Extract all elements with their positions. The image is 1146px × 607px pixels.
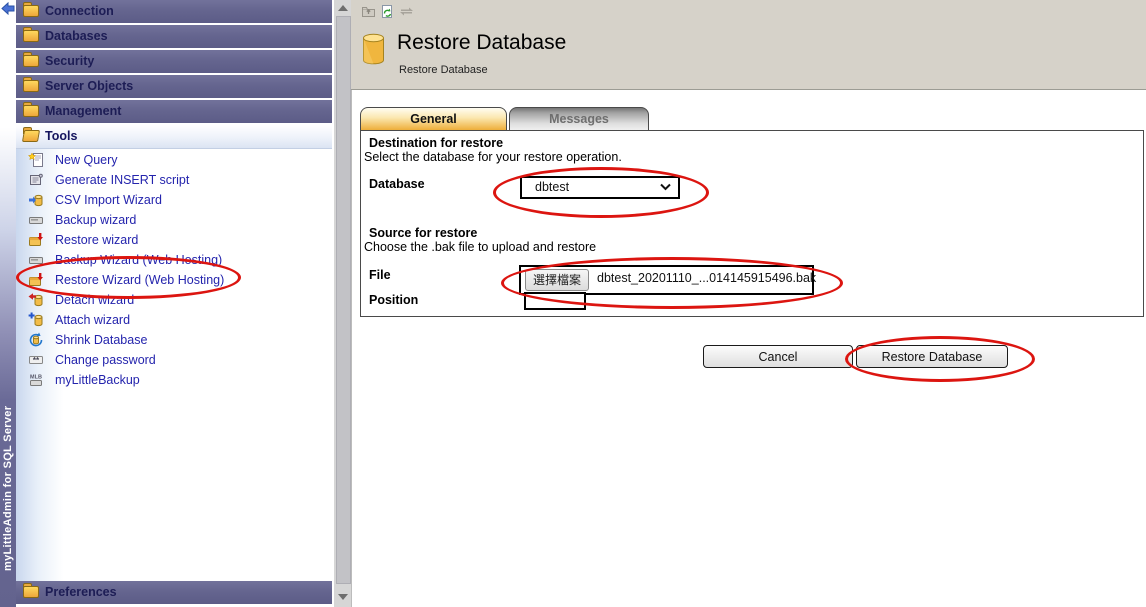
- mylittlebackup-icon: MLB: [28, 372, 44, 388]
- svg-text:**: **: [33, 356, 40, 365]
- scrollbar-thumb[interactable]: [336, 16, 351, 584]
- sidebar-item-generate-insert-script[interactable]: Generate INSERT script: [16, 170, 332, 190]
- database-label: Database: [369, 177, 425, 191]
- export-icon[interactable]: [361, 4, 376, 19]
- folder-icon: [23, 55, 39, 67]
- change-password-icon: **: [28, 352, 44, 368]
- database-select-value: dbtest: [535, 180, 569, 194]
- detach-icon: [28, 292, 44, 308]
- sidebar-item-restore-wizard-web-hosting[interactable]: Restore Wizard (Web Hosting): [16, 270, 332, 290]
- choose-file-button[interactable]: 選擇檔案: [525, 269, 589, 291]
- database-select[interactable]: dbtest: [520, 176, 680, 199]
- sidebar-section-databases[interactable]: Databases: [16, 25, 332, 48]
- attach-icon: [28, 312, 44, 328]
- main-header: Restore Database Restore Database: [351, 0, 1146, 90]
- position-input[interactable]: [524, 292, 586, 310]
- sidebar-item-backup-wizard-web-hosting[interactable]: Backup Wizard (Web Hosting): [16, 250, 332, 270]
- sidebar-item-change-password[interactable]: ** Change password: [16, 350, 332, 370]
- restore-web-icon: [28, 272, 44, 288]
- scroll-up-arrow-icon[interactable]: [338, 5, 348, 11]
- position-label: Position: [369, 293, 418, 307]
- sidebar-section-security[interactable]: Security: [16, 50, 332, 73]
- csv-import-icon: [28, 192, 44, 208]
- collapse-sidebar-arrow-icon[interactable]: [1, 2, 15, 15]
- shrink-icon: [28, 332, 44, 348]
- restore-database-button[interactable]: Restore Database: [856, 345, 1008, 368]
- cancel-button[interactable]: Cancel: [703, 345, 853, 368]
- sidebar-item-shrink-database[interactable]: Shrink Database: [16, 330, 332, 350]
- brand-vertical-text: myLittleAdmin for SQL Server: [0, 386, 16, 591]
- file-label: File: [369, 268, 391, 282]
- file-input[interactable]: 選擇檔案 dbtest_20201110_...014145915496.bak: [519, 265, 814, 295]
- sidebar-item-attach-wizard[interactable]: Attach wizard: [16, 310, 332, 330]
- sidebar-section-connection[interactable]: Connection: [16, 0, 332, 23]
- folder-icon: [23, 80, 39, 92]
- folder-icon: [23, 586, 39, 598]
- database-title-icon: [360, 33, 387, 70]
- chevron-down-icon: [660, 183, 671, 191]
- sidebar-section-tools[interactable]: Tools: [16, 125, 332, 149]
- sidebar-item-csv-import-wizard[interactable]: CSV Import Wizard: [16, 190, 332, 210]
- sidebar-scrollbar: [334, 0, 352, 607]
- brand-strip: myLittleAdmin for SQL Server: [0, 0, 16, 607]
- restore-icon: [28, 232, 44, 248]
- refresh-icon[interactable]: [380, 4, 395, 19]
- tools-item-list: New Query Generate INSERT script CSV Imp…: [16, 149, 332, 581]
- file-name-text: dbtest_20201110_...014145915496.bak: [597, 271, 816, 285]
- insert-script-icon: [28, 172, 44, 188]
- folder-icon: [23, 30, 39, 42]
- sidebar-item-new-query[interactable]: New Query: [16, 150, 332, 170]
- page-title: Restore Database: [397, 31, 566, 55]
- main-area: Restore Database Restore Database Genera…: [351, 0, 1146, 607]
- sidebar-section-server-objects[interactable]: Server Objects: [16, 75, 332, 98]
- svg-text:MLB: MLB: [30, 375, 42, 381]
- sidebar-item-restore-wizard[interactable]: Restore wizard: [16, 230, 332, 250]
- sidebar-section-management[interactable]: Management: [16, 100, 332, 123]
- sidebar-section-preferences[interactable]: Preferences: [16, 581, 332, 604]
- destination-heading: Destination for restore: [369, 136, 503, 150]
- page-subtitle: Restore Database: [399, 64, 488, 76]
- sidebar-item-backup-wizard[interactable]: Backup wizard: [16, 210, 332, 230]
- backup-icon: [28, 212, 44, 228]
- tab-general[interactable]: General: [360, 107, 507, 130]
- open-folder-icon: [23, 130, 39, 142]
- source-heading: Source for restore: [369, 226, 477, 240]
- new-query-icon: [28, 152, 44, 168]
- transfer-icon[interactable]: [399, 4, 414, 19]
- source-description: Choose the .bak file to upload and resto…: [364, 240, 596, 254]
- folder-icon: [23, 5, 39, 17]
- destination-description: Select the database for your restore ope…: [364, 150, 622, 164]
- sidebar: Connection Databases Security Server Obj…: [16, 0, 334, 607]
- folder-icon: [23, 105, 39, 117]
- sidebar-item-mylittlebackup[interactable]: MLB myLittleBackup: [16, 370, 332, 390]
- backup-web-icon: [28, 252, 44, 268]
- tab-messages[interactable]: Messages: [509, 107, 649, 130]
- scroll-down-arrow-icon[interactable]: [338, 594, 348, 600]
- sidebar-item-detach-wizard[interactable]: Detach wizard: [16, 290, 332, 310]
